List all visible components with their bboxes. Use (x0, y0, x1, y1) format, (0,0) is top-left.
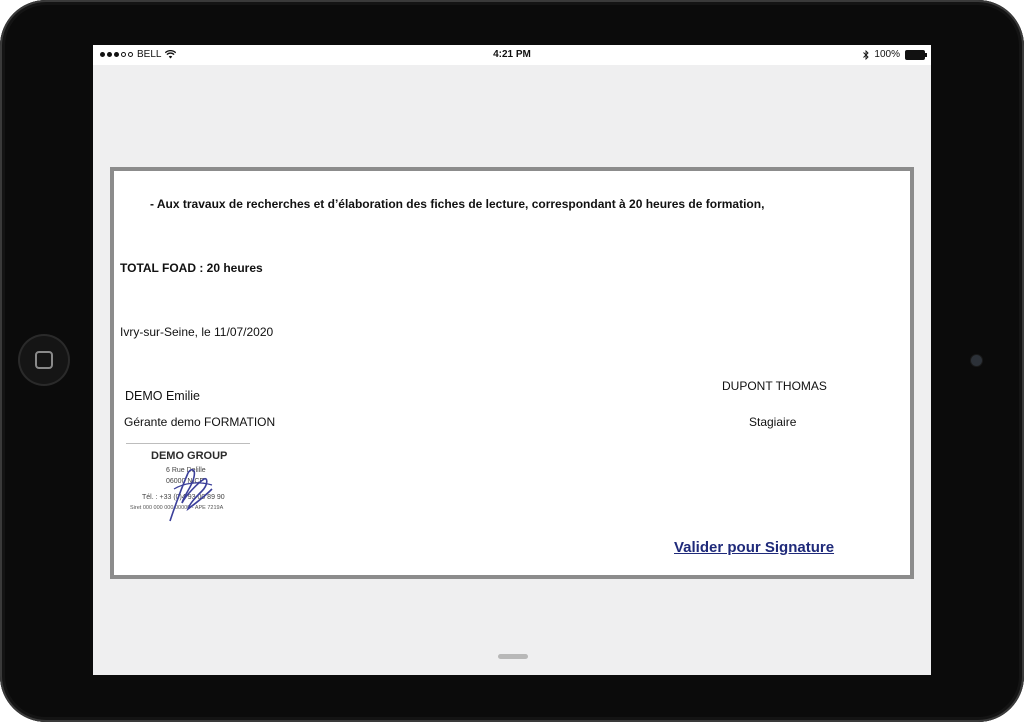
status-right: 100% (863, 49, 927, 60)
document-page: - Aux travaux de recherches et d’élabora… (114, 171, 910, 575)
bluetooth-icon (863, 49, 870, 60)
trainee-role: Stagiaire (749, 415, 797, 429)
home-button[interactable] (20, 336, 68, 384)
document-frame: - Aux travaux de recherches et d’élabora… (110, 167, 914, 579)
stamp-address: 6 Rue Delille (166, 467, 206, 474)
place-date: Ivry-sur-Seine, le 11/07/2020 (120, 325, 274, 339)
signer-name: DEMO Emilie (125, 389, 201, 403)
home-indicator (498, 654, 528, 659)
tablet-device: BELL 4:21 PM 100% - Aux travaux de reche… (0, 0, 1024, 722)
home-square-icon (35, 351, 53, 369)
stamp-graphic: DEMO GROUP 6 Rue Delille 06000 NICE Tél.… (130, 450, 227, 522)
front-camera (971, 355, 982, 366)
stamp-company: DEMO GROUP (151, 450, 227, 462)
trainee-name: DUPONT THOMAS (722, 379, 827, 393)
battery-percent: 100% (874, 49, 900, 60)
tablet-screen: BELL 4:21 PM 100% - Aux travaux de reche… (93, 45, 931, 675)
total-hours: TOTAL FOAD : 20 heures (120, 261, 263, 275)
training-line: - Aux travaux de recherches et d’élabora… (150, 197, 765, 211)
validate-signature-link[interactable]: Valider pour Signature (674, 539, 834, 556)
battery-icon (905, 49, 927, 60)
stamp-registration: Siret 000 000 000 00000 - APE 7219A (130, 505, 224, 511)
signer-title: Gérante demo FORMATION (124, 415, 276, 429)
status-bar: BELL 4:21 PM 100% (93, 45, 931, 65)
company-stamp: DEMO GROUP 6 Rue Delille 06000 NICE Tél.… (126, 443, 256, 523)
status-time: 4:21 PM (493, 49, 531, 60)
